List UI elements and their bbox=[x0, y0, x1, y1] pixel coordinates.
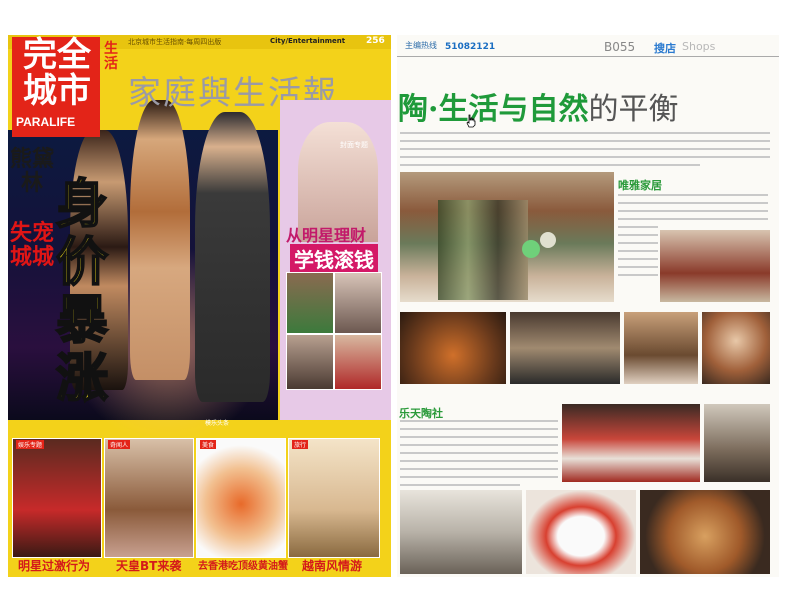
body-text-line bbox=[618, 210, 768, 212]
printed-mug-photo bbox=[526, 490, 636, 574]
bottom-tag-2: 奇闻人 bbox=[108, 440, 131, 449]
body-text-line bbox=[400, 452, 558, 454]
body-text-line bbox=[618, 234, 658, 236]
cover-header-text: 北京城市生活指南·每周四出版 bbox=[128, 38, 222, 46]
bottom-tag-1: 娱乐专题 bbox=[16, 440, 45, 449]
section-name-en: Shops bbox=[682, 40, 716, 53]
side-feature-line2: 学钱滚钱 bbox=[290, 244, 378, 273]
subhead-1: 唯雅家居 bbox=[618, 179, 662, 192]
body-text-line bbox=[618, 226, 658, 228]
pottery-photo-2 bbox=[510, 312, 620, 384]
painted-vase-photo bbox=[640, 490, 770, 574]
pottery-photo-3 bbox=[624, 312, 698, 384]
body-text-line bbox=[618, 266, 658, 268]
body-text-line bbox=[400, 484, 520, 486]
body-text-line bbox=[618, 258, 658, 260]
hand-cursor-icon bbox=[466, 114, 476, 128]
pottery-photo-1 bbox=[400, 312, 506, 384]
hotline-number: 51082121 bbox=[445, 42, 496, 52]
celebrity-thumb-2 bbox=[334, 272, 382, 334]
bottom-tag-4: 旅行 bbox=[292, 440, 309, 449]
body-text-line bbox=[618, 242, 658, 244]
logo-title: 完全城市 bbox=[23, 35, 91, 111]
bottom-thumb-2 bbox=[104, 438, 194, 558]
intro-text-line bbox=[400, 132, 770, 134]
balloon bbox=[522, 240, 540, 258]
body-text-line bbox=[618, 250, 658, 252]
celebrity-thumb-3 bbox=[286, 334, 334, 390]
body-text-line bbox=[400, 468, 558, 470]
cover-page-number: 256 bbox=[366, 36, 385, 46]
cover-name: 熊黛林 bbox=[10, 147, 55, 196]
home-decor-photo bbox=[660, 230, 770, 302]
side-feature-line1: 从明星理财 bbox=[286, 226, 367, 245]
intro-text-line bbox=[400, 156, 770, 158]
cover-subname: 失宠城城 bbox=[10, 221, 55, 270]
body-text-line bbox=[400, 436, 558, 438]
bottom-thumb-1 bbox=[12, 438, 102, 558]
pottery-photo-4 bbox=[702, 312, 770, 384]
header-divider bbox=[397, 56, 779, 57]
body-text-line bbox=[400, 476, 558, 478]
photo-credit: 模乐头条 bbox=[205, 420, 230, 427]
body-text-line bbox=[400, 460, 558, 462]
bottom-thumb-4 bbox=[288, 438, 380, 558]
dancer-center bbox=[130, 100, 190, 380]
cover-logo: 完全城市 PARALIFE bbox=[12, 37, 100, 137]
intro-text-line bbox=[400, 164, 700, 166]
body-text-line bbox=[618, 274, 658, 276]
subhead-2: 乐天陶社 bbox=[399, 407, 443, 420]
article-title-main: 陶·生活与自然 bbox=[398, 92, 589, 127]
article-title-tail: 的平衡 bbox=[588, 92, 679, 127]
body-text-line bbox=[400, 428, 558, 430]
article-title: 陶·生活与自然的平衡 bbox=[398, 84, 678, 128]
logo-side-text: 生活 bbox=[104, 41, 118, 72]
clay-work-photo bbox=[400, 490, 522, 574]
bottom-tag-3: 美食 bbox=[200, 440, 217, 449]
bottom-caption-1: 明星过激行为 bbox=[18, 559, 91, 573]
logo-subtitle: PARALIFE bbox=[16, 115, 76, 129]
bottom-thumb-3 bbox=[196, 438, 286, 558]
celebrity-thumb-4 bbox=[334, 334, 382, 390]
teacup-display-photo bbox=[562, 404, 700, 482]
dancer-right bbox=[195, 112, 270, 402]
ceramic-figures bbox=[438, 200, 528, 300]
intro-text-line bbox=[400, 148, 770, 150]
body-text-line bbox=[618, 194, 768, 196]
body-text-line bbox=[400, 444, 558, 446]
balloon bbox=[540, 232, 556, 248]
side-feature-tag: 封面专题 bbox=[340, 141, 368, 149]
bottom-caption-2: 天皇BT来袭 bbox=[116, 559, 182, 573]
hotline-label: 主编热线 bbox=[405, 41, 437, 50]
body-text-line bbox=[618, 202, 768, 204]
shelf-photo bbox=[704, 404, 770, 482]
section-name: 搜店 bbox=[654, 42, 676, 55]
celebrity-thumb-1 bbox=[286, 272, 334, 334]
cover-header-right: City/Entertainment bbox=[270, 37, 346, 45]
body-text-line bbox=[400, 420, 558, 422]
intro-text-line bbox=[400, 140, 770, 142]
page-code: B055 bbox=[604, 40, 636, 54]
bottom-caption-4: 越南风情游 bbox=[302, 559, 363, 573]
cover-headline: 身价暴涨 bbox=[55, 175, 109, 409]
bottom-caption-3: 去香港吃顶级黄油蟹 bbox=[198, 561, 288, 572]
body-text-line bbox=[618, 218, 768, 220]
